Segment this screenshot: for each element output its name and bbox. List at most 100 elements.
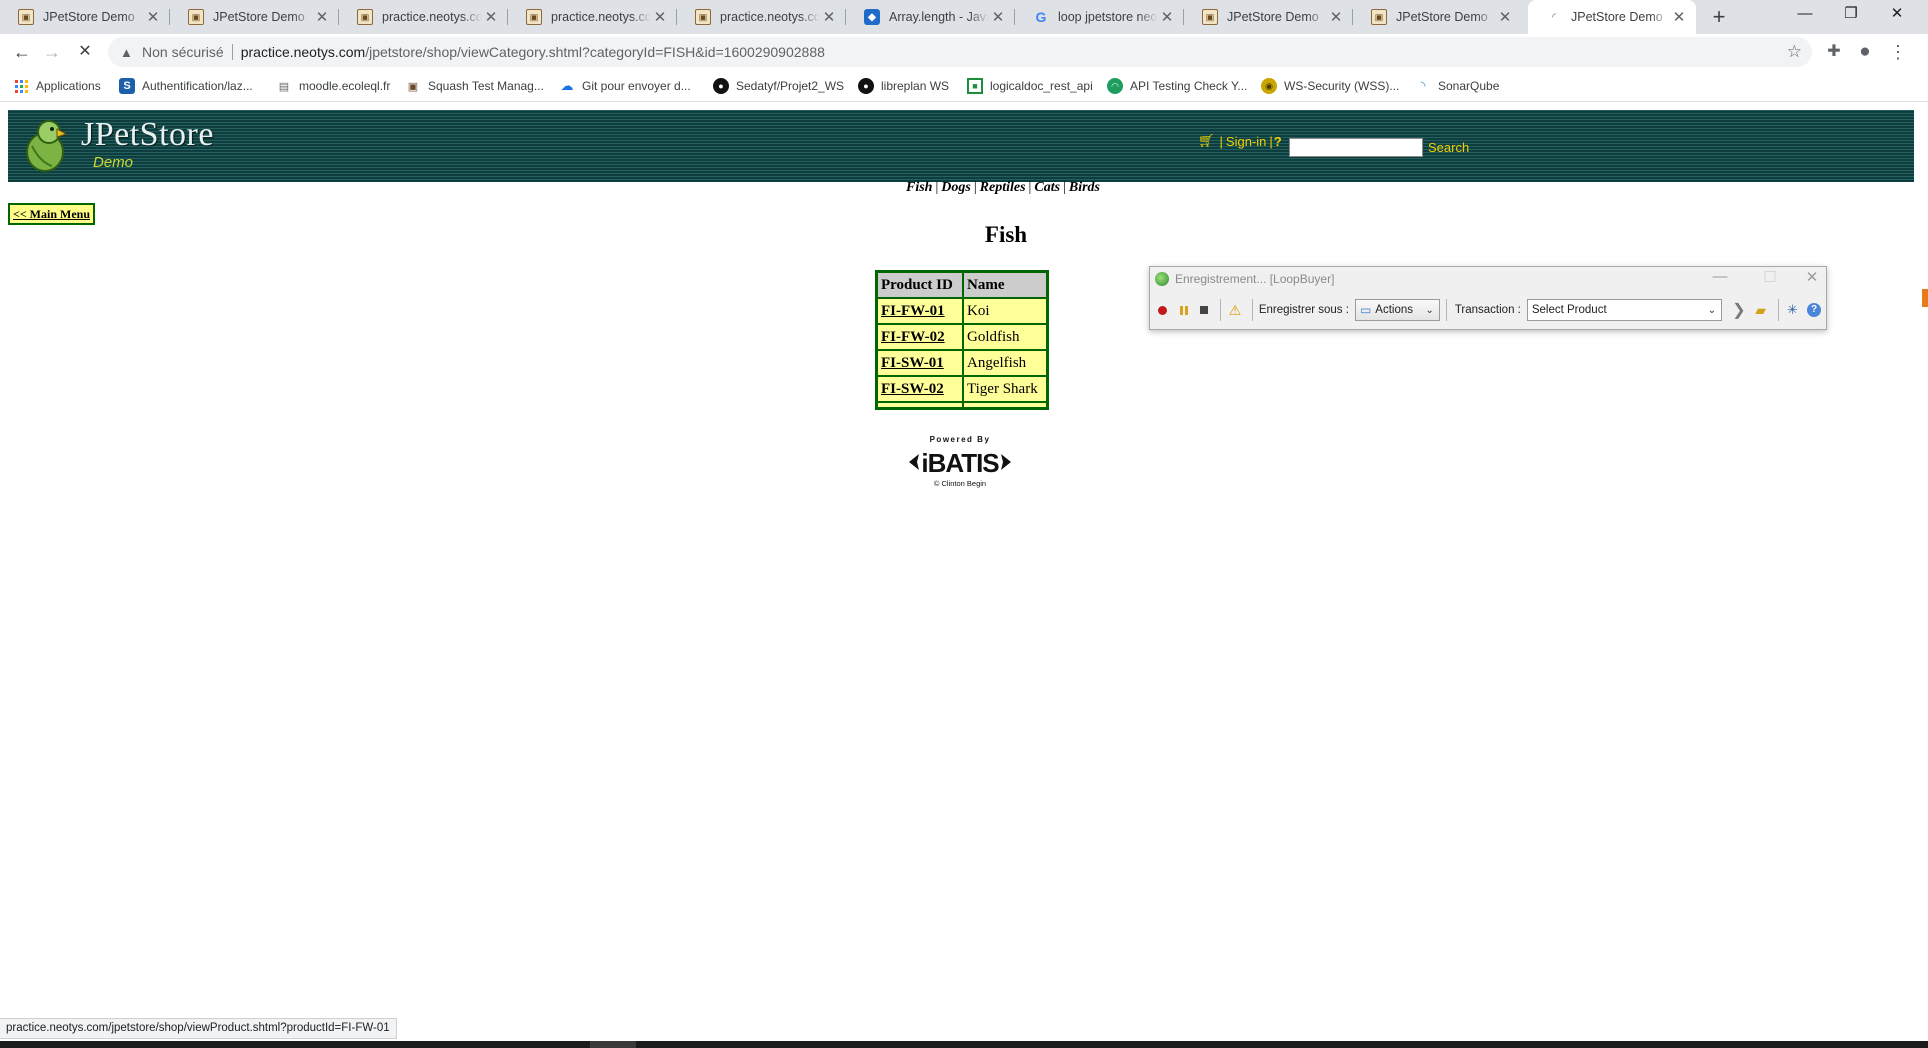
close-icon[interactable]: ✕ — [989, 8, 1007, 26]
bookmark-api-testing[interactable]: ◠ API Testing Check Y... — [1107, 76, 1247, 96]
windows-taskbar — [0, 1041, 1928, 1048]
stop-loading-button[interactable]: ✕ — [71, 38, 99, 66]
menu-kebab-icon[interactable]: ⋮ — [1884, 38, 1912, 66]
recorder-toolbar: ⚠ Enregistrer sous : ▭ Actions ⌄ Transac… — [1150, 297, 1826, 323]
bookmark-ws-security[interactable]: ◉ WS-Security (WSS)... — [1261, 76, 1399, 96]
ibatis-logo-graphic: iBATIS Powered By © Clinton Begin — [909, 435, 1011, 488]
keyword-search-input[interactable] — [1289, 138, 1423, 157]
bookmark-label: WS-Security (WSS)... — [1284, 79, 1400, 93]
bookmark-sedatyf[interactable]: ● Sedatyf/Projet2_WS — [713, 76, 844, 96]
recorder-title: Enregistrement... [LoopBuyer] — [1175, 272, 1335, 286]
tab-jpetstore-3[interactable]: ▣ JPetStore Demo ✕ — [1184, 0, 1353, 34]
close-icon[interactable]: ✕ — [1158, 8, 1176, 26]
bookmark-logicaldoc[interactable]: ■ logicaldoc_rest_api — [967, 76, 1093, 96]
next-transaction-icon[interactable]: ❯ — [1730, 300, 1748, 320]
tab-jpetstore-active[interactable]: ◜ JPetStore Demo ✕ — [1528, 0, 1696, 34]
bookmark-label: Git pour envoyer d... — [582, 79, 691, 93]
warning-icon[interactable]: ▲ — [120, 45, 136, 60]
bookmark-applications[interactable]: Applications — [13, 76, 101, 96]
bookmark-label: Squash Test Manag... — [428, 79, 544, 93]
recorder-title-bar[interactable]: Enregistrement... [LoopBuyer] — ☐ ✕ — [1150, 267, 1826, 291]
search-button[interactable]: Search — [1428, 140, 1469, 155]
open-folder-icon[interactable]: ▰ — [1751, 300, 1771, 320]
pause-icon[interactable] — [1175, 300, 1193, 320]
cart-icon[interactable]: 🛒︎ — [1198, 133, 1215, 149]
tab-neotys-1[interactable]: ▣ practice.neotys.com ✕ — [339, 0, 508, 34]
cloud-icon: ☁ — [560, 78, 574, 93]
product-id-link[interactable]: FI-SW-02 — [877, 376, 963, 402]
url-text[interactable]: practice.neotys.com/jpetstore/shop/viewC… — [241, 44, 825, 60]
bookmark-label: moodle.ecoleql.fr — [299, 79, 391, 93]
warning-icon[interactable]: ⚠ — [1225, 300, 1245, 320]
recorder-close-button[interactable]: ✕ — [1798, 268, 1826, 286]
profile-avatar-icon[interactable]: ● — [1851, 38, 1879, 66]
back-button[interactable]: ← — [8, 38, 36, 66]
bookmark-sonarqube[interactable]: ◝ SonarQube — [1415, 76, 1499, 96]
stop-icon[interactable] — [1195, 300, 1213, 320]
close-icon[interactable]: ✕ — [313, 8, 331, 26]
record-as-select[interactable]: ▭ Actions ⌄ — [1354, 299, 1440, 321]
record-icon[interactable] — [1154, 300, 1172, 320]
close-icon[interactable]: ✕ — [144, 8, 162, 26]
extensions-puzzle-icon[interactable]: ✚ — [1820, 38, 1848, 66]
security-label[interactable]: Non sécurisé — [142, 44, 224, 60]
category-title: Fish — [984, 222, 1028, 247]
taskbar-active-app[interactable] — [590, 1041, 636, 1048]
product-id-link[interactable]: FI-SW-01 — [877, 350, 963, 376]
window-close-button[interactable]: ✕ — [1874, 0, 1920, 30]
tab-title: loop jpetstore neoload — [1058, 10, 1158, 24]
table-row: FI-FW-01 Koi — [877, 298, 1047, 324]
minimize-button[interactable]: — — [1782, 0, 1828, 30]
tab-mdn-array-length[interactable]: ◆ Array.length - JavaScript ✕ — [846, 0, 1015, 34]
jpetstore-logo-text[interactable]: JPetStore — [81, 116, 214, 154]
parrot-logo-icon[interactable] — [22, 116, 68, 174]
recorder-minimize-button[interactable]: — — [1706, 268, 1734, 285]
transaction-select[interactable]: Select Product ⌄ — [1526, 299, 1723, 321]
pet-icon: ▣ — [357, 9, 373, 25]
api-icon: ◠ — [1107, 78, 1123, 94]
divider — [1220, 299, 1222, 321]
close-icon[interactable]: ✕ — [1327, 8, 1345, 26]
network-settings-icon[interactable]: ✳ — [1783, 300, 1803, 320]
category-link-dogs[interactable]: Dogs — [941, 180, 971, 196]
tab-neotys-3[interactable]: ▣ practice.neotys.com ✕ — [677, 0, 846, 34]
close-icon[interactable]: ✕ — [1496, 8, 1514, 26]
help-icon[interactable]: ? — [1274, 134, 1282, 149]
empty-cell — [877, 402, 963, 408]
bookmark-star-icon[interactable]: ☆ — [1787, 42, 1802, 62]
product-table: Product ID Name FI-FW-01 Koi FI-FW-02 Go… — [875, 270, 1049, 410]
header-separator: | — [1269, 133, 1273, 149]
category-link-fish[interactable]: Fish — [906, 180, 932, 196]
tab-neotys-2[interactable]: ▣ practice.neotys.com ✕ — [508, 0, 677, 34]
category-link-cats[interactable]: Cats — [1034, 180, 1060, 196]
recorder-maximize-button[interactable]: ☐ — [1756, 268, 1784, 286]
bookmark-authentification[interactable]: S Authentification/laz... — [119, 76, 253, 96]
restore-button[interactable]: ❐ — [1828, 0, 1874, 30]
status-bar-url: practice.neotys.com/jpetstore/shop/viewP… — [0, 1018, 397, 1039]
bookmark-label: Authentification/laz... — [142, 79, 253, 93]
help-icon[interactable]: ? — [1805, 300, 1823, 320]
close-icon[interactable]: ✕ — [482, 8, 500, 26]
pet-icon: ▣ — [1202, 9, 1218, 25]
tab-google-search[interactable]: G loop jpetstore neoload ✕ — [1015, 0, 1184, 34]
close-icon[interactable]: ✕ — [651, 8, 669, 26]
bookmark-moodle[interactable]: ▤ moodle.ecoleql.fr — [276, 76, 391, 96]
category-link-birds[interactable]: Birds — [1069, 180, 1100, 196]
bookmark-git[interactable]: ☁ Git pour envoyer d... — [559, 76, 691, 96]
bookmark-squash[interactable]: ▣ Squash Test Manag... — [405, 76, 544, 96]
product-id-link[interactable]: FI-FW-02 — [877, 324, 963, 350]
tab-jpetstore-4[interactable]: ▣ JPetStore Demo ✕ — [1353, 0, 1522, 34]
tab-jpetstore-2[interactable]: ▣ JPetStore Demo ✕ — [170, 0, 339, 34]
sign-in-link[interactable]: Sign-in — [1226, 134, 1266, 149]
forward-button[interactable]: → — [38, 38, 66, 66]
close-icon[interactable]: ✕ — [1670, 8, 1688, 26]
close-icon[interactable]: ✕ — [820, 8, 838, 26]
bookmark-libreplan[interactable]: ● libreplan WS — [858, 76, 949, 96]
ibatis-powered-by-logo[interactable]: iBATIS Powered By © Clinton Begin — [905, 432, 1015, 490]
address-bar[interactable]: ▲ Non sécurisé practice.neotys.com/jpets… — [108, 37, 1812, 67]
product-id-link[interactable]: FI-FW-01 — [877, 298, 963, 324]
tab-jpetstore-1[interactable]: ▣ JPetStore Demo ✕ — [0, 0, 170, 34]
transaction-value: Select Product — [1531, 304, 1607, 316]
category-link-reptiles[interactable]: Reptiles — [980, 180, 1026, 196]
new-tab-button[interactable]: + — [1706, 4, 1732, 30]
